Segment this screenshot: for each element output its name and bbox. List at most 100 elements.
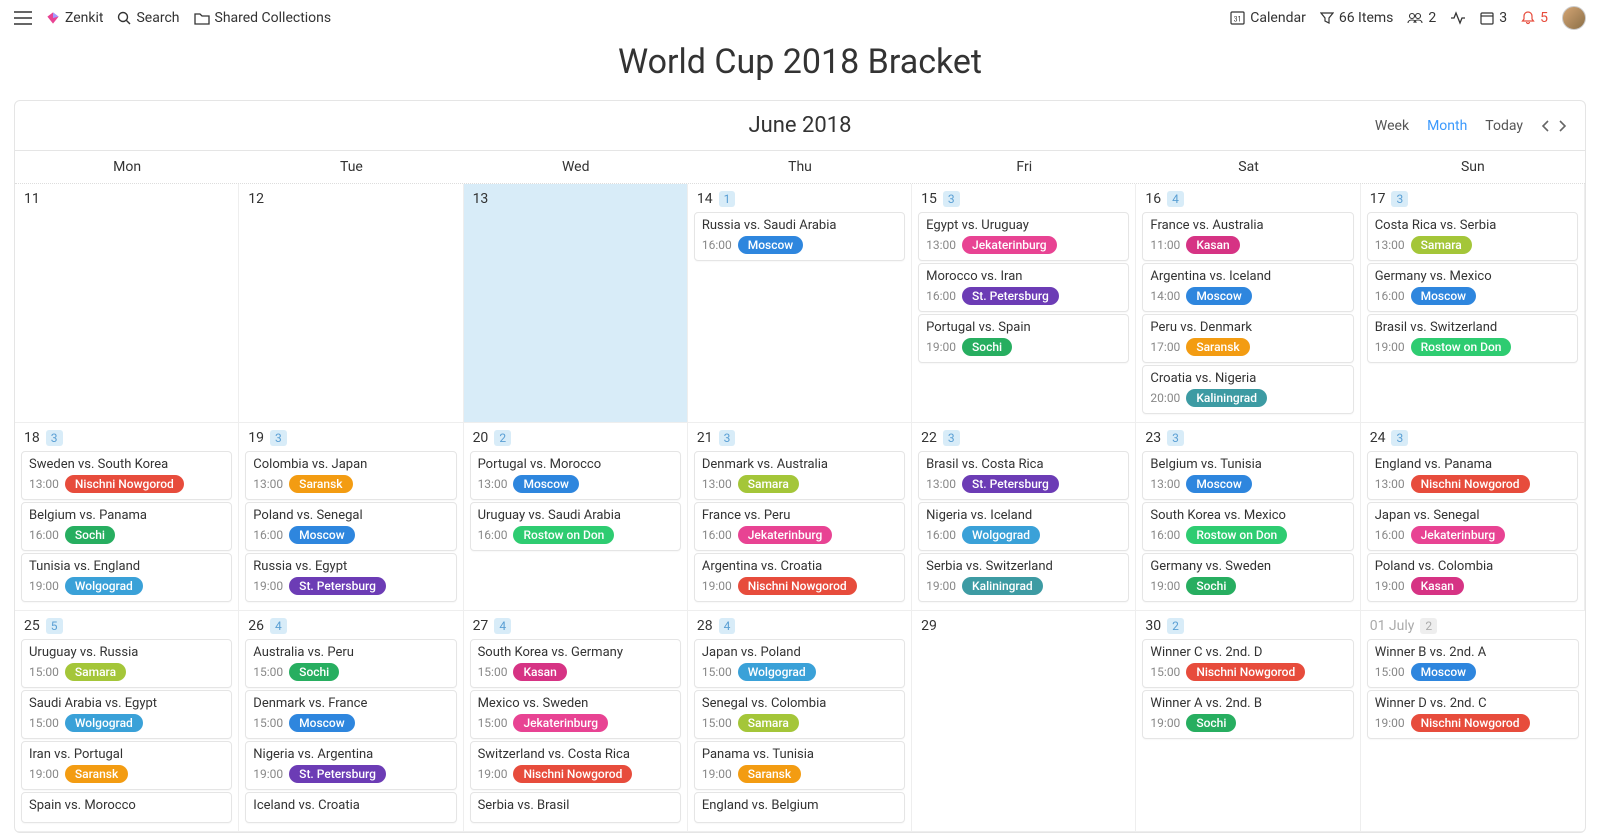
city-tag: Kasan [1186,236,1239,254]
event-card[interactable]: Germany vs. Sweden19:00Sochi [1142,553,1353,602]
event-card[interactable]: Colombia vs. Japan13:00Saransk [245,451,456,500]
day-cell[interactable]: 29 [912,611,1136,832]
event-time: 19:00 [1150,579,1180,593]
event-card[interactable]: England vs. Panama13:00Nischni Nowgorod [1367,451,1578,500]
day-number: 264 [242,614,459,637]
day-number: 11 [18,187,235,210]
day-cell[interactable]: 302Winner C vs. 2nd. D15:00Nischni Nowgo… [1136,611,1360,832]
event-card[interactable]: France vs. Peru16:00Jekaterinburg [694,502,905,551]
day-cell[interactable]: 11 [15,184,239,423]
day-cell[interactable]: 255Uruguay vs. Russia15:00SamaraSaudi Ar… [15,611,239,832]
event-card[interactable]: England vs. Belgium [694,792,905,823]
event-card[interactable]: Spain vs. Morocco [21,792,232,823]
event-card[interactable]: Argentina vs. Croatia19:00Nischni Nowgor… [694,553,905,602]
next-icon[interactable] [1557,119,1567,133]
search-button[interactable]: Search [117,10,179,26]
event-card[interactable]: Poland vs. Colombia19:00Kasan [1367,553,1578,602]
day-cell[interactable]: 233Belgium vs. Tunisia13:00MoscowSouth K… [1136,423,1360,611]
day-cell[interactable]: 153Egypt vs. Uruguay13:00JekaterinburgMo… [912,184,1136,423]
folder-icon [194,11,210,25]
activity-button[interactable] [1450,11,1466,25]
event-card[interactable]: Costa Rica vs. Serbia13:00Samara [1367,212,1578,261]
event-card[interactable]: Uruguay vs. Saudi Arabia16:00Rostow on D… [470,502,681,551]
view-week[interactable]: Week [1375,118,1409,134]
event-card[interactable]: Russia vs. Saudi Arabia16:00Moscow [694,212,905,261]
event-card[interactable]: Russia vs. Egypt19:00St. Petersburg [245,553,456,602]
event-card[interactable]: Iran vs. Portugal19:00Saransk [21,741,232,790]
day-number: 164 [1139,187,1356,210]
event-card[interactable]: Switzerland vs. Costa Rica19:00Nischni N… [470,741,681,790]
day-cell[interactable]: 274South Korea vs. Germany15:00KasanMexi… [464,611,688,832]
prev-icon[interactable] [1541,119,1551,133]
event-card[interactable]: Australia vs. Peru15:00Sochi [245,639,456,688]
day-cell[interactable]: 164France vs. Australia11:00KasanArgenti… [1136,184,1360,423]
group-button[interactable]: 2 [1407,10,1436,26]
event-card[interactable]: Senegal vs. Colombia15:00Samara [694,690,905,739]
event-card[interactable]: Brasil vs. Switzerland19:00Rostow on Don [1367,314,1578,363]
event-card[interactable]: Saudi Arabia vs. Egypt15:00Wolgograd [21,690,232,739]
event-card[interactable]: Portugal vs. Spain19:00Sochi [918,314,1129,363]
event-card[interactable]: France vs. Australia11:00Kasan [1142,212,1353,261]
calendar-view-button[interactable]: 31 Calendar [1230,10,1306,26]
day-cell[interactable]: 202Portugal vs. Morocco13:00MoscowUrugua… [464,423,688,611]
event-card[interactable]: Denmark vs. Australia13:00Samara [694,451,905,500]
menu-icon[interactable] [14,11,32,25]
event-card[interactable]: Winner B vs. 2nd. A15:00Moscow [1367,639,1579,688]
event-card[interactable]: Tunisia vs. England19:00Wolgograd [21,553,232,602]
event-card[interactable]: Winner D vs. 2nd. C19:00Nischni Nowgorod [1367,690,1579,739]
event-card[interactable]: Peru vs. Denmark17:00Saransk [1142,314,1353,363]
notifications-button[interactable]: 5 [1521,10,1548,26]
day-cell[interactable]: 213Denmark vs. Australia13:00SamaraFranc… [688,423,912,611]
event-card[interactable]: South Korea vs. Germany15:00Kasan [470,639,681,688]
view-today[interactable]: Today [1485,118,1523,134]
event-card[interactable]: Egypt vs. Uruguay13:00Jekaterinburg [918,212,1129,261]
day-cell[interactable]: 01 July2Winner B vs. 2nd. A15:00MoscowWi… [1361,611,1585,832]
day-number: 183 [18,426,235,449]
event-card[interactable]: Sweden vs. South Korea13:00Nischni Nowgo… [21,451,232,500]
event-card[interactable]: Croatia vs. Nigeria20:00Kaliningrad [1142,365,1353,414]
day-cell[interactable]: 243England vs. Panama13:00Nischni Nowgor… [1361,423,1585,611]
event-card[interactable]: Serbia vs. Switzerland19:00Kaliningrad [918,553,1129,602]
event-card[interactable]: Denmark vs. France15:00Moscow [245,690,456,739]
day-cell[interactable]: 141Russia vs. Saudi Arabia16:00Moscow [688,184,912,423]
event-time: 19:00 [253,579,283,593]
event-card[interactable]: Portugal vs. Morocco13:00Moscow [470,451,681,500]
event-card[interactable]: Germany vs. Mexico16:00Moscow [1367,263,1578,312]
event-card[interactable]: Mexico vs. Sweden15:00Jekaterinburg [470,690,681,739]
event-card[interactable]: Iceland vs. Croatia [245,792,456,823]
month-label: June 2018 [749,113,852,138]
event-card[interactable]: Japan vs. Poland15:00Wolgograd [694,639,905,688]
day-cell[interactable]: 264Australia vs. Peru15:00SochiDenmark v… [239,611,463,832]
view-month[interactable]: Month [1427,118,1467,134]
event-card[interactable]: Belgium vs. Tunisia13:00Moscow [1142,451,1353,500]
event-card[interactable]: Morocco vs. Iran16:00St. Petersburg [918,263,1129,312]
event-card[interactable]: Serbia vs. Brasil [470,792,681,823]
day-cell[interactable]: 223Brasil vs. Costa Rica13:00St. Petersb… [912,423,1136,611]
avatar[interactable] [1562,6,1586,30]
event-title: Croatia vs. Nigeria [1150,371,1345,386]
day-cell[interactable]: 183Sweden vs. South Korea13:00Nischni No… [15,423,239,611]
event-card[interactable]: Argentina vs. Iceland14:00Moscow [1142,263,1353,312]
event-card[interactable]: Panama vs. Tunisia19:00Saransk [694,741,905,790]
event-card[interactable]: Uruguay vs. Russia15:00Samara [21,639,232,688]
day-cell[interactable]: 13 [464,184,688,423]
app-brand[interactable]: Zenkit [46,10,103,26]
filter-button[interactable]: 66 Items [1320,10,1394,26]
event-card[interactable]: Winner A vs. 2nd. B19:00Sochi [1142,690,1353,739]
cal-count-button[interactable]: 3 [1480,10,1507,26]
shared-collections[interactable]: Shared Collections [194,10,332,26]
day-cell[interactable]: 173Costa Rica vs. Serbia13:00SamaraGerma… [1361,184,1585,423]
event-card[interactable]: Winner C vs. 2nd. D15:00Nischni Nowgorod [1142,639,1353,688]
day-cell[interactable]: 12 [239,184,463,423]
day-cell[interactable]: 193Colombia vs. Japan13:00SaranskPoland … [239,423,463,611]
event-card[interactable]: Japan vs. Senegal16:00Jekaterinburg [1367,502,1578,551]
event-card[interactable]: Nigeria vs. Argentina19:00St. Petersburg [245,741,456,790]
event-card[interactable]: Poland vs. Senegal16:00Moscow [245,502,456,551]
event-title: Belgium vs. Panama [29,508,224,523]
event-card[interactable]: Belgium vs. Panama16:00Sochi [21,502,232,551]
event-card[interactable]: Nigeria vs. Iceland16:00Wolgograd [918,502,1129,551]
event-card[interactable]: South Korea vs. Mexico16:00Rostow on Don [1142,502,1353,551]
city-tag: Moscow [1186,475,1251,493]
day-cell[interactable]: 284Japan vs. Poland15:00WolgogradSenegal… [688,611,912,832]
event-card[interactable]: Brasil vs. Costa Rica13:00St. Petersburg [918,451,1129,500]
